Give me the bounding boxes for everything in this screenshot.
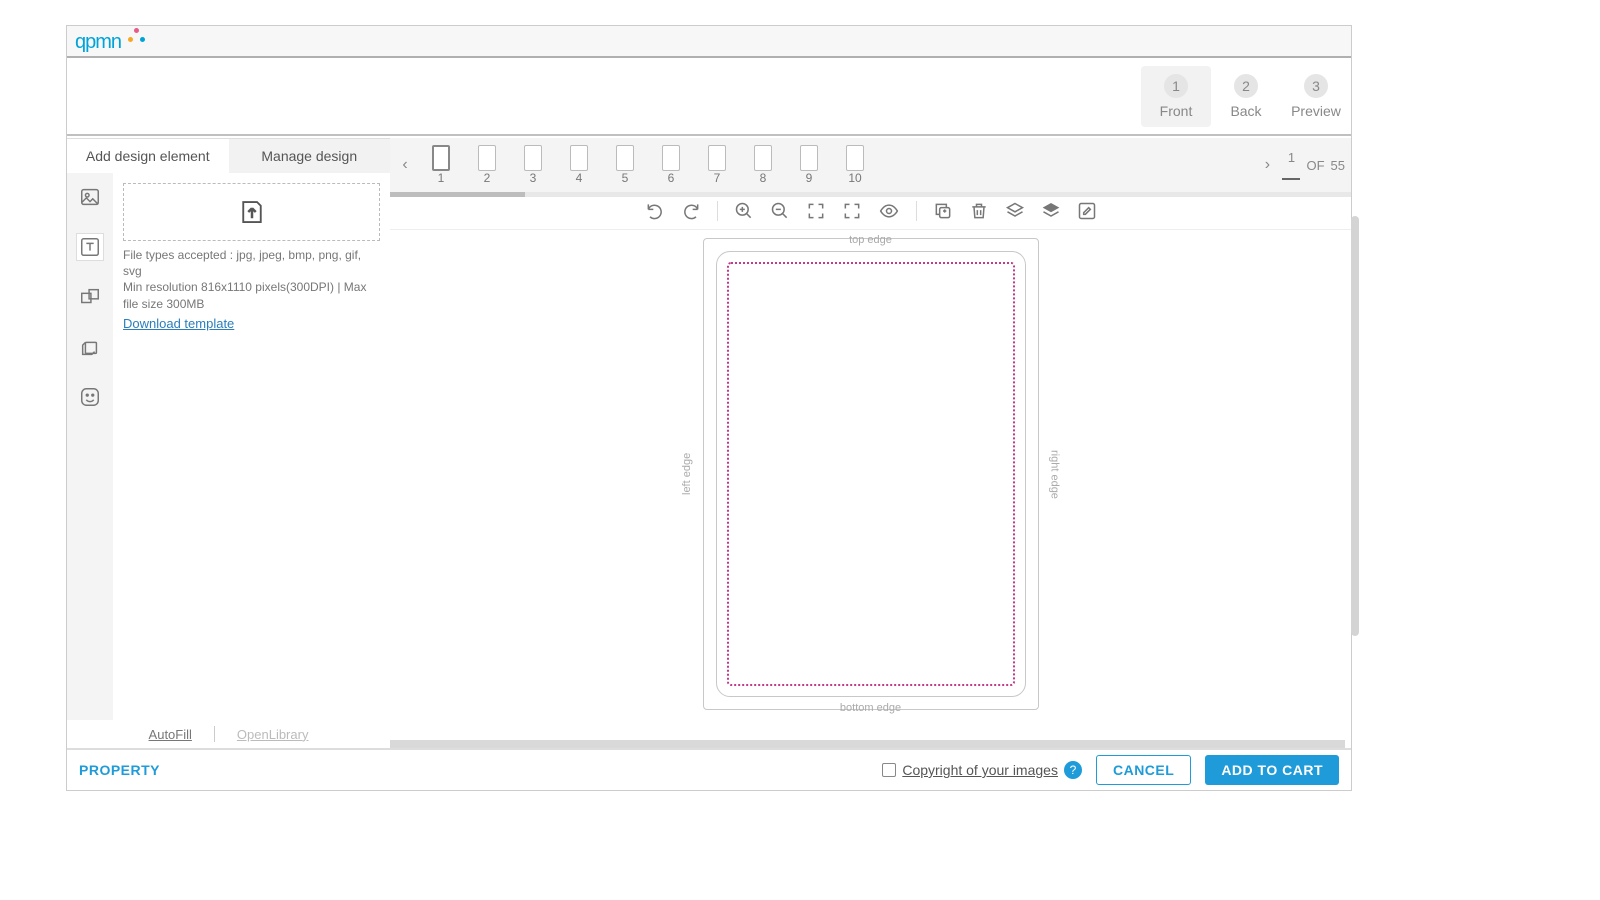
footer-bar: PROPERTY Copyright of your images ? CANC… xyxy=(67,748,1351,790)
image-tool-icon[interactable] xyxy=(76,183,104,211)
download-template-link[interactable]: Download template xyxy=(123,316,234,331)
thumb-prev-icon[interactable]: ‹ xyxy=(396,156,414,174)
text-tool-icon[interactable] xyxy=(76,233,104,261)
add-to-cart-button[interactable]: ADD TO CART xyxy=(1205,755,1339,785)
thumb-9[interactable]: 9 xyxy=(800,145,818,185)
undo-icon[interactable] xyxy=(645,201,665,221)
thumb-2[interactable]: 2 xyxy=(478,145,496,185)
step-front[interactable]: 1Front xyxy=(1141,66,1211,127)
layer-front-icon[interactable] xyxy=(1041,201,1061,221)
upload-hint: File types accepted : jpg, jpeg, bmp, pn… xyxy=(123,247,380,312)
zoom-in-icon[interactable] xyxy=(734,201,754,221)
logo-bar: qpmn xyxy=(67,26,1351,58)
upload-dropzone[interactable] xyxy=(123,183,380,241)
tool-column xyxy=(67,173,113,720)
copyright-checkbox[interactable] xyxy=(882,763,896,777)
card-safe-zone xyxy=(727,262,1015,686)
page-current[interactable]: 1 xyxy=(1282,150,1300,180)
edge-label-left: left edge xyxy=(681,238,693,710)
tab-add-design-element[interactable]: Add design element xyxy=(67,139,229,173)
card-wrap: top edge bottom edge left edge right edg… xyxy=(703,238,1039,710)
delete-icon[interactable] xyxy=(969,201,989,221)
logo-dots-icon xyxy=(128,28,148,46)
step-preview[interactable]: 3Preview xyxy=(1281,66,1351,127)
canvas-panel: ‹ 1 2 3 4 5 6 7 8 9 10 › 1 OF 55 xyxy=(390,138,1351,748)
upload-icon xyxy=(237,197,267,227)
thumb-7[interactable]: 7 xyxy=(708,145,726,185)
canvas-h-scrollbar[interactable] xyxy=(390,740,1345,748)
brand-logo: qpmn xyxy=(75,28,148,54)
thumb-4[interactable]: 4 xyxy=(570,145,588,185)
edge-label-bottom: bottom edge xyxy=(703,702,1039,714)
help-icon[interactable]: ? xyxy=(1064,761,1082,779)
tab-manage-design[interactable]: Manage design xyxy=(229,139,391,173)
preview-eye-icon[interactable] xyxy=(878,201,900,221)
app-window: qpmn 1Front 2Back 3Preview Add design el… xyxy=(66,25,1352,791)
edge-label-top: top edge xyxy=(703,234,1039,246)
redo-icon[interactable] xyxy=(681,201,701,221)
fullscreen-icon[interactable] xyxy=(842,201,862,221)
canvas-zone[interactable]: top edge bottom edge left edge right edg… xyxy=(390,230,1351,748)
autofill-link[interactable]: AutoFill xyxy=(149,727,192,742)
left-tabs: Add design element Manage design xyxy=(67,139,390,173)
shapes-tool-icon[interactable] xyxy=(76,283,104,311)
thumb-5[interactable]: 5 xyxy=(616,145,634,185)
workspace: Add design element Manage design xyxy=(67,138,1351,748)
thumbnail-row: ‹ 1 2 3 4 5 6 7 8 9 10 › 1 OF 55 xyxy=(390,138,1351,192)
step-bar: 1Front 2Back 3Preview xyxy=(67,58,1351,136)
thumb-8[interactable]: 8 xyxy=(754,145,772,185)
thumb-10[interactable]: 10 xyxy=(846,145,864,185)
divider xyxy=(214,726,215,742)
page-indicator: 1 OF 55 xyxy=(1282,150,1345,180)
zoom-out-icon[interactable] xyxy=(770,201,790,221)
left-bottom-links: AutoFill OpenLibrary xyxy=(67,720,390,748)
layers-tool-icon[interactable] xyxy=(76,333,104,361)
upload-column: File types accepted : jpg, jpeg, bmp, pn… xyxy=(113,173,390,720)
edge-label-right: right edge xyxy=(1049,238,1061,710)
card-cut-line xyxy=(716,251,1026,697)
edit-icon[interactable] xyxy=(1077,201,1097,221)
layer-back-icon[interactable] xyxy=(1005,201,1025,221)
copyright-block: Copyright of your images ? xyxy=(882,761,1082,779)
card-bleed[interactable] xyxy=(703,238,1039,710)
left-panel: Add design element Manage design xyxy=(67,138,390,748)
thumb-scrollbar[interactable] xyxy=(390,192,1351,197)
thumb-6[interactable]: 6 xyxy=(662,145,680,185)
fit-icon[interactable] xyxy=(806,201,826,221)
page-v-scrollbar[interactable] xyxy=(1351,216,1359,636)
canvas-toolbar xyxy=(390,192,1351,230)
thumb-1[interactable]: 1 xyxy=(432,145,450,185)
property-toggle[interactable]: PROPERTY xyxy=(79,762,160,778)
thumb-next-icon[interactable]: › xyxy=(1258,156,1276,174)
thumbnails: 1 2 3 4 5 6 7 8 9 10 xyxy=(420,145,1252,185)
emoji-tool-icon[interactable] xyxy=(76,383,104,411)
step-back[interactable]: 2Back xyxy=(1211,66,1281,127)
copyright-link[interactable]: Copyright of your images xyxy=(902,762,1058,778)
duplicate-icon[interactable] xyxy=(933,201,953,221)
thumb-3[interactable]: 3 xyxy=(524,145,542,185)
openlibrary-link[interactable]: OpenLibrary xyxy=(237,727,309,742)
cancel-button[interactable]: CANCEL xyxy=(1096,755,1191,785)
